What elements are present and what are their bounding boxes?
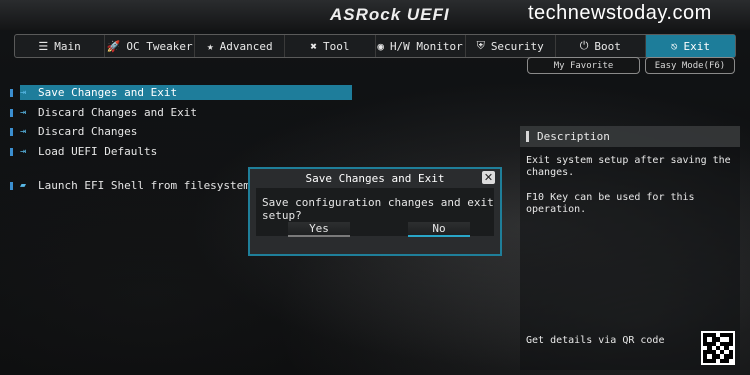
menu-item-label: Discard Changes	[38, 125, 138, 138]
easy-mode-button[interactable]: Easy Mode(F6)	[645, 57, 735, 74]
confirm-dialog: Save Changes and Exit ✕ Save configurati…	[248, 167, 502, 256]
tab-label: Advanced	[219, 39, 273, 53]
yes-button[interactable]: Yes	[288, 222, 350, 237]
exit-arrow-icon: ⇥	[20, 126, 27, 137]
brand-logo: ASRock UEFI	[330, 5, 450, 24]
row-marker	[10, 109, 13, 117]
tab-boot[interactable]: ⏻ Boot	[556, 35, 646, 57]
watermark: technewstoday.com	[528, 2, 712, 24]
tab-label: Security	[490, 39, 544, 53]
row-marker	[10, 128, 13, 136]
tab-tool[interactable]: ✖ Tool	[285, 35, 376, 57]
shield-icon: ⛨	[476, 39, 485, 52]
star-icon: ★	[207, 39, 214, 53]
menu-item-label: Discard Changes and Exit	[38, 106, 197, 119]
tab-advanced[interactable]: ★ Advanced	[195, 35, 286, 57]
exit-icon: ⎋	[670, 39, 678, 53]
description-line: Exit system setup after saving the	[526, 155, 731, 166]
folder-icon: ▰	[20, 180, 27, 191]
menu-item-save-changes-and-exit[interactable]: ⇥ Save Changes and Exit	[20, 85, 352, 100]
description-header: Description	[520, 126, 740, 147]
menu-item-label: Save Changes and Exit	[38, 86, 178, 99]
tab-bar: ☰ Main 🚀 OC Tweaker ★ Advanced ✖ Tool ◉ H/W M…	[14, 34, 736, 58]
close-icon[interactable]: ✕	[482, 171, 495, 184]
exit-arrow-icon: ⇥	[20, 107, 27, 118]
tab-label: Exit	[683, 39, 711, 53]
tools-icon: ✖	[310, 39, 317, 53]
tab-label: Main	[54, 39, 81, 53]
gauge-icon: ◉	[377, 39, 384, 53]
exit-arrow-icon: ⇥	[20, 87, 27, 98]
tab-exit[interactable]: ⎋ Exit	[645, 35, 735, 57]
top-bar: ASRock UEFI technewstoday.com	[0, 0, 750, 30]
menu-item-label: Load UEFI Defaults	[38, 145, 158, 158]
tab-label: Tool	[323, 39, 350, 53]
tab-label: OC Tweaker	[126, 39, 193, 53]
dialog-body: Save configuration changes and exit setu…	[256, 188, 494, 237]
tab-security[interactable]: ⛨ Security	[466, 35, 556, 57]
tab-oc-tweaker[interactable]: 🚀 OC Tweaker	[105, 35, 196, 57]
tab-label: H/W Monitor	[389, 39, 463, 53]
description-line: F10 Key can be used for this operation.	[526, 192, 695, 215]
menu-item-discard-changes-and-exit[interactable]: ⇥ Discard Changes and Exit	[20, 105, 352, 120]
qr-code	[701, 331, 735, 365]
exit-arrow-icon: ⇥	[20, 146, 27, 157]
description-panel: Description Exit system setup after savi…	[520, 126, 740, 370]
rocket-icon: 🚀	[106, 39, 121, 53]
row-marker	[10, 148, 13, 156]
dialog-title: Save Changes and Exit	[305, 172, 445, 185]
description-title: Description	[537, 130, 610, 143]
tab-hw-monitor[interactable]: ◉ H/W Monitor	[376, 35, 466, 57]
power-icon: ⏻	[579, 39, 589, 52]
description-marker	[526, 131, 529, 142]
no-button[interactable]: No	[408, 222, 470, 237]
list-icon: ☰	[38, 39, 49, 53]
row-marker	[10, 89, 13, 97]
tab-main[interactable]: ☰ Main	[15, 35, 106, 57]
row-marker	[10, 182, 13, 190]
my-favorite-button[interactable]: My Favorite	[527, 57, 640, 74]
tab-label: Boot	[594, 39, 621, 53]
dialog-title-bar: Save Changes and Exit ✕	[250, 169, 500, 188]
description-line: changes.	[526, 167, 575, 178]
dialog-message: Save configuration changes and exit setu…	[262, 196, 494, 222]
menu-item-discard-changes[interactable]: ⇥ Discard Changes	[20, 124, 352, 139]
menu-item-load-uefi-defaults[interactable]: ⇥ Load UEFI Defaults	[20, 144, 352, 159]
